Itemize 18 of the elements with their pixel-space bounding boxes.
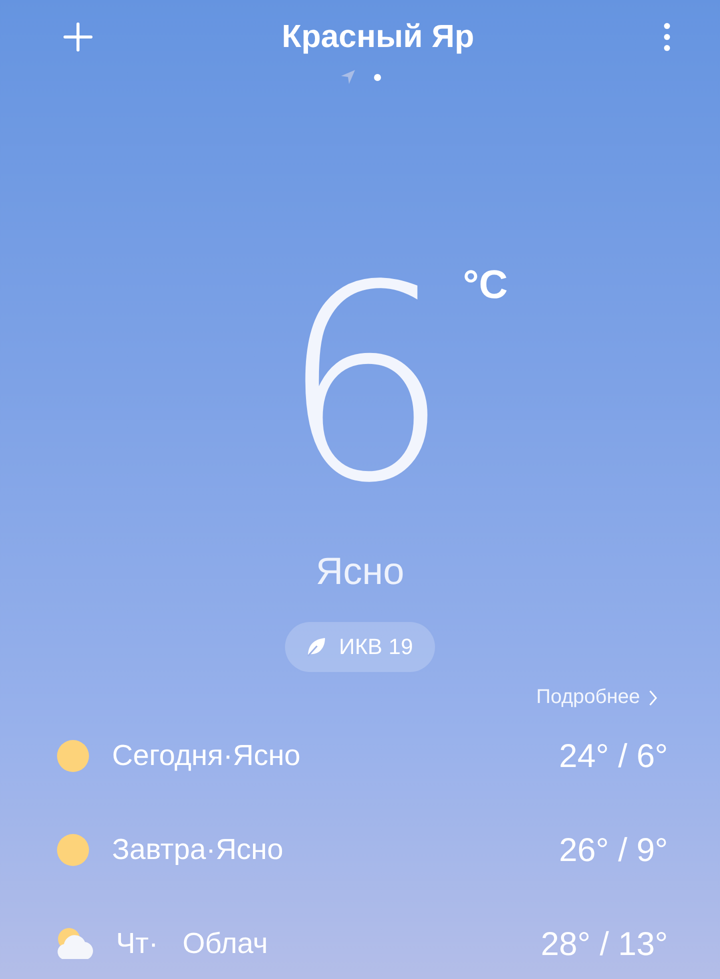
forecast-temperature-range: 28° / 13°: [540, 925, 668, 963]
leaf-icon: [305, 636, 328, 658]
more-menu-button[interactable]: [662, 22, 672, 52]
forecast-day-label: Завтра·Ясно: [112, 834, 284, 866]
sun-icon: [54, 831, 92, 869]
forecast-temperature-range: 24° / 6°: [559, 737, 668, 775]
temperature: 6: [279, 227, 441, 542]
forecast-day-label: Чт· Облач: [116, 928, 269, 960]
add-button[interactable]: [62, 20, 94, 52]
details-link[interactable]: Подробнее: [536, 686, 658, 709]
air-quality-chip[interactable]: ИКВ 19: [285, 622, 435, 672]
city-title: Красный Яр: [282, 18, 474, 55]
forecast-day-label: Сегодня·Ясно: [112, 740, 302, 772]
condition-text: Ясно: [316, 551, 404, 593]
forecast-temperature-range: 26° / 9°: [559, 831, 668, 869]
chevron-right-icon: [648, 688, 658, 706]
sun-icon: [54, 737, 92, 775]
temperature-unit: °C: [462, 265, 508, 305]
